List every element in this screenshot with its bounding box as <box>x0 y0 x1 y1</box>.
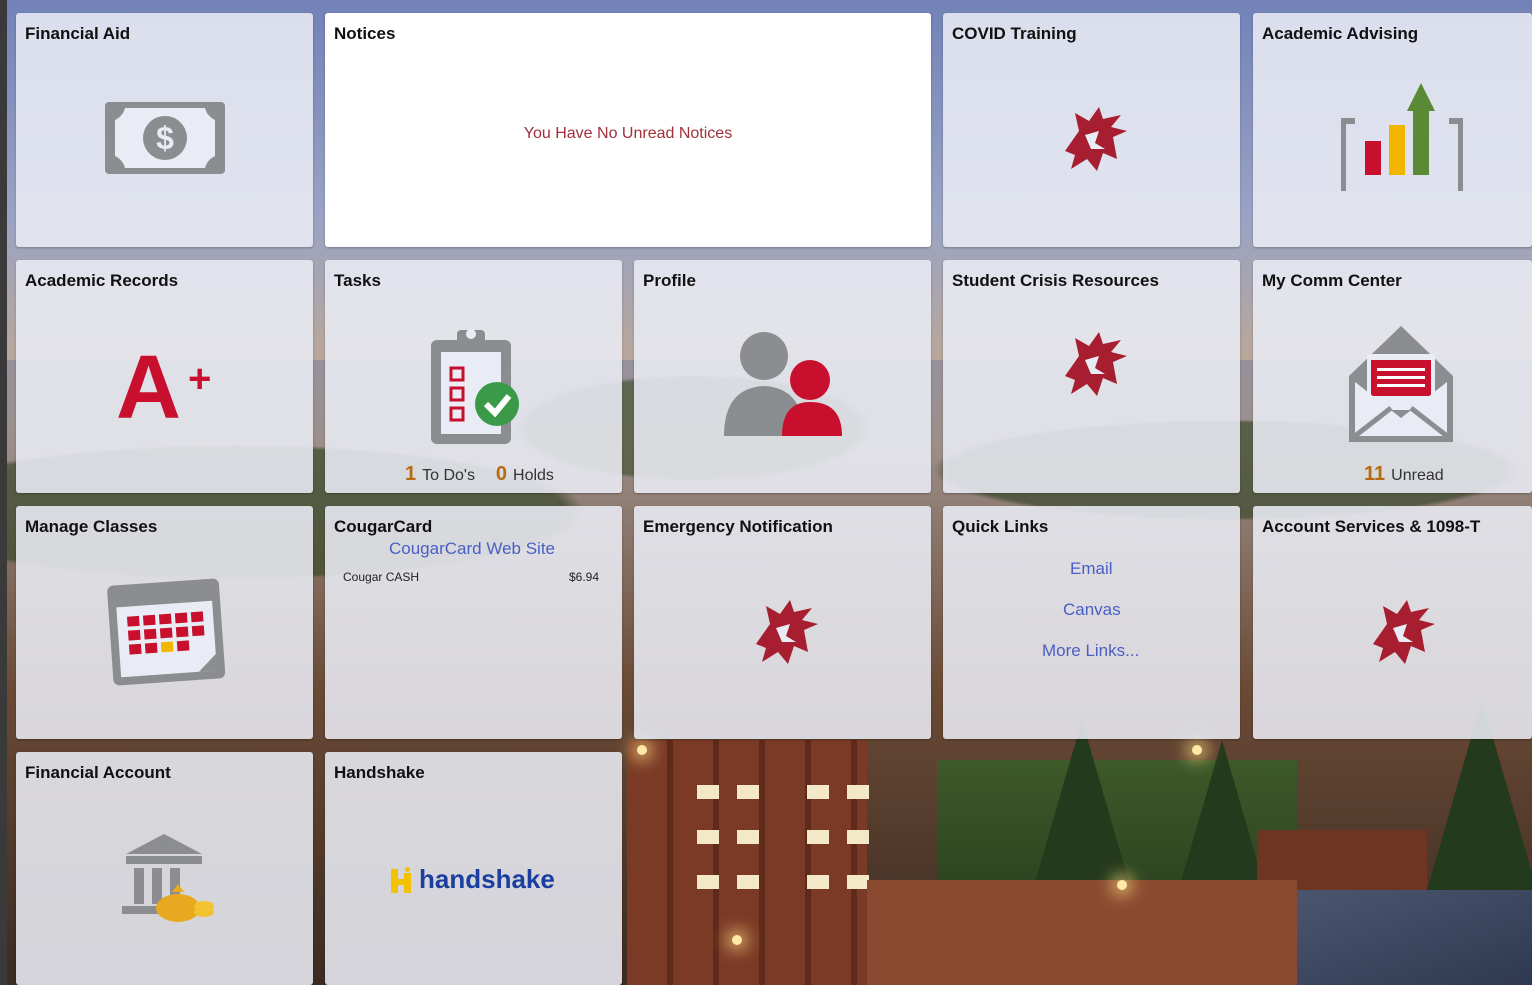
svg-text:$: $ <box>156 120 174 156</box>
notices-message: You Have No Unread Notices <box>523 125 733 142</box>
users-icon <box>722 330 846 445</box>
tile-title: CougarCard <box>334 517 433 536</box>
handshake-logo-text: handshake <box>419 864 555 894</box>
handshake-logo: handshake <box>391 864 555 895</box>
tile-title: Academic Records <box>25 271 179 290</box>
money-icon: $ <box>105 102 225 179</box>
tile-title: Profile <box>643 271 696 290</box>
quick-link-email[interactable]: Email <box>1070 559 1113 579</box>
a-plus-icon: A + <box>116 338 216 438</box>
handshake-mark-icon <box>391 866 411 893</box>
cougar-logo-icon <box>1055 101 1129 182</box>
unread-count-line: 11 Unread <box>1364 463 1444 486</box>
unread-count: 11 <box>1364 463 1386 485</box>
bar-chart-arrow-icon <box>1340 83 1464 200</box>
tile-notices[interactable]: Notices You Have No Unread Notices <box>325 13 931 247</box>
cougar-cash-label: Cougar CASH <box>343 570 420 584</box>
quick-link-more[interactable]: More Links... <box>1042 641 1139 661</box>
tile-financial-aid[interactable]: Financial Aid $ <box>16 13 313 247</box>
tile-title: Quick Links <box>952 517 1049 536</box>
tile-title: Tasks <box>334 271 381 290</box>
svg-text:A: A <box>116 346 181 422</box>
tile-tasks[interactable]: Tasks 1 To Do's 0 Holds <box>325 260 622 493</box>
tile-title: COVID Training <box>952 24 1077 43</box>
bank-coins-icon <box>120 832 216 929</box>
tile-title: Financial Aid <box>25 24 131 43</box>
cougar-logo-icon <box>1363 594 1437 675</box>
cougar-logo-icon <box>746 594 820 675</box>
tile-title: My Comm Center <box>1262 271 1402 290</box>
holds-count: 0 <box>495 463 508 485</box>
tile-quick-links[interactable]: Quick Links Email Canvas More Links... <box>943 506 1240 739</box>
tile-student-crisis-resources[interactable]: Student Crisis Resources <box>943 260 1240 493</box>
tile-title: Academic Advising <box>1262 24 1419 43</box>
tile-title: Emergency Notification <box>643 517 833 536</box>
tile-title: Handshake <box>334 763 425 782</box>
unread-label: Unread <box>1391 467 1444 484</box>
todos-count: 1 <box>405 463 417 485</box>
tile-my-comm-center[interactable]: My Comm Center 11 Unread <box>1253 260 1532 493</box>
cougar-logo-icon <box>1055 326 1129 407</box>
tile-cougarcard[interactable]: CougarCard CougarCard Web Site Cougar CA… <box>325 506 622 739</box>
tasks-counts: 1 To Do's 0 Holds <box>405 463 554 486</box>
tile-financial-account[interactable]: Financial Account <box>16 752 313 985</box>
tile-account-services[interactable]: Account Services & 1098-T <box>1253 506 1532 739</box>
tile-title: Manage Classes <box>25 517 158 536</box>
clipboard-checklist-icon <box>429 324 521 451</box>
tile-covid-training[interactable]: COVID Training <box>943 13 1240 247</box>
todos-label: To Do's <box>422 467 475 484</box>
tile-title: Notices <box>334 24 396 43</box>
cougarcard-website-link[interactable]: CougarCard Web Site <box>389 539 555 559</box>
tile-title: Student Crisis Resources <box>952 271 1159 290</box>
envelope-icon <box>1345 324 1457 451</box>
tile-academic-records[interactable]: Academic Records A + <box>16 260 313 493</box>
tile-title: Financial Account <box>25 763 171 782</box>
holds-label: Holds <box>513 467 554 484</box>
tile-profile[interactable]: Profile <box>634 260 931 493</box>
svg-text:+: + <box>188 357 211 401</box>
quick-link-canvas[interactable]: Canvas <box>1063 600 1121 620</box>
tile-handshake[interactable]: Handshake handshake <box>325 752 622 985</box>
tile-emergency-notification[interactable]: Emergency Notification <box>634 506 931 739</box>
cougar-cash-balance: $6.94 <box>569 570 600 584</box>
tile-manage-classes[interactable]: Manage Classes <box>16 506 313 739</box>
tile-title: Account Services & 1098-T <box>1262 517 1481 536</box>
tile-academic-advising[interactable]: Academic Advising <box>1253 13 1532 247</box>
calendar-icon <box>104 574 228 691</box>
